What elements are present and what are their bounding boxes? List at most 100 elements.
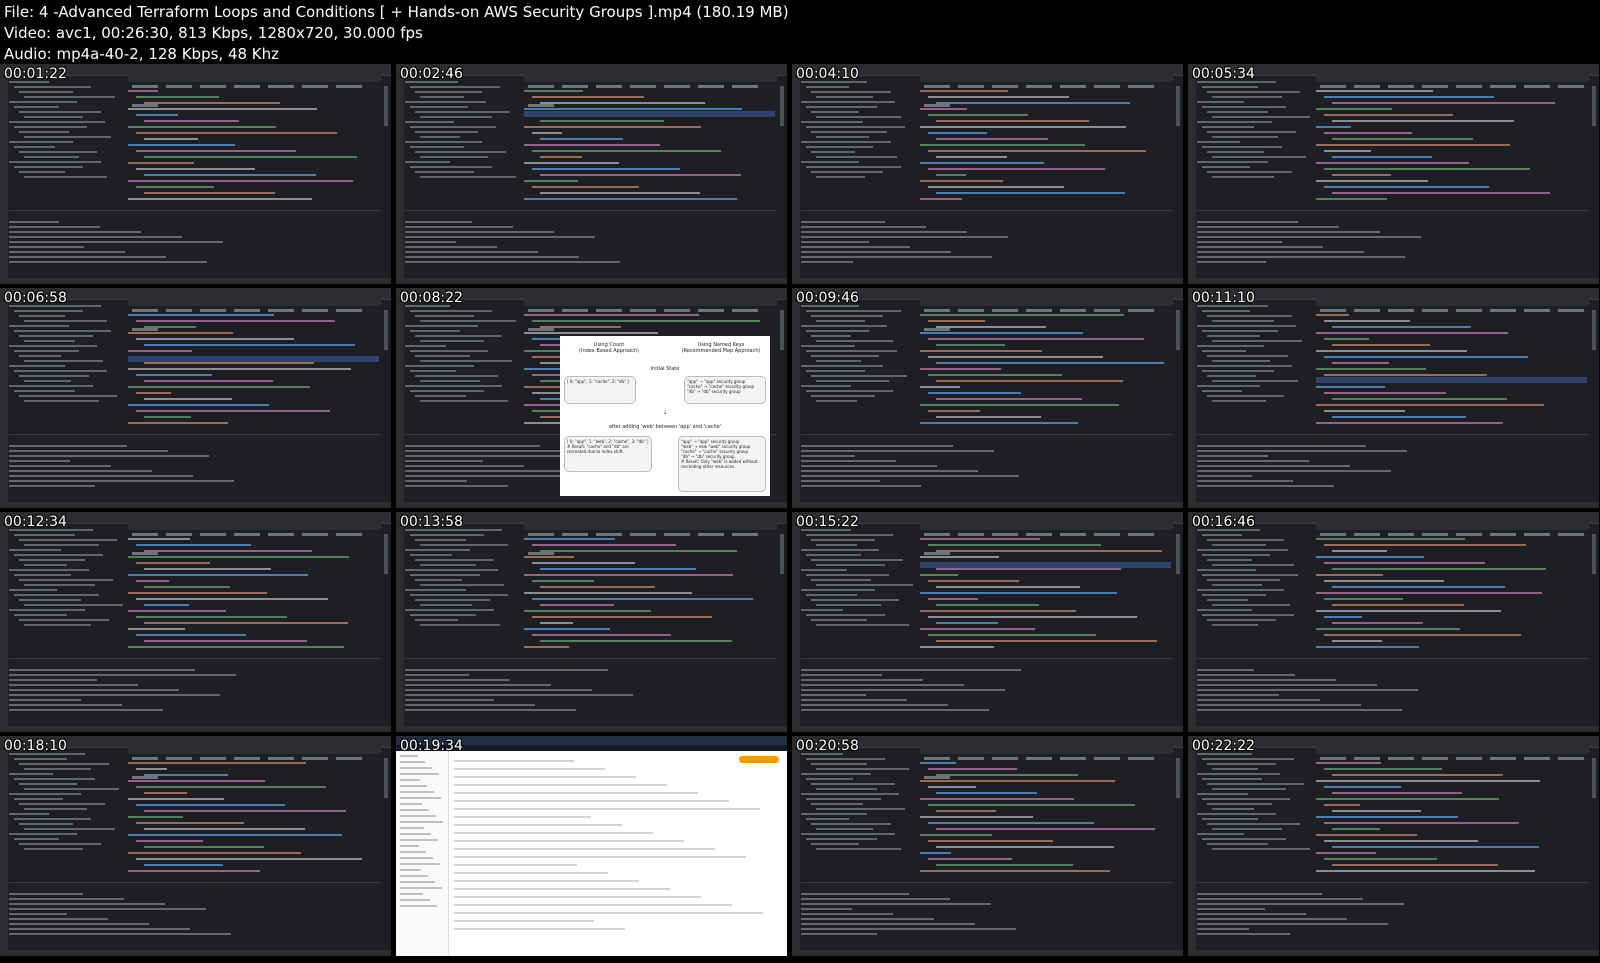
table-row [454, 784, 667, 786]
terminal-line [9, 908, 206, 910]
tree-item [24, 380, 71, 382]
code-line [136, 804, 285, 806]
code-line [1316, 592, 1542, 594]
tree-item [816, 564, 885, 566]
code-line [1316, 404, 1544, 406]
tree-item [816, 340, 893, 342]
scrollbar [1176, 534, 1180, 574]
tree-item [801, 569, 847, 571]
code-line [1332, 120, 1514, 122]
tree-item [1197, 793, 1248, 795]
code-line [532, 150, 721, 152]
code-line [936, 586, 1080, 588]
code-line [920, 834, 992, 836]
tree-item [811, 355, 879, 357]
code-line [136, 96, 219, 98]
code-line [128, 610, 226, 612]
terminal-line [405, 246, 497, 248]
ide-tab-bar [1316, 299, 1589, 312]
code-line [136, 822, 244, 824]
tree-item [801, 813, 867, 815]
tree-item [410, 554, 452, 556]
terminal-line [1197, 898, 1363, 900]
timestamp: 00:08:22 [400, 290, 463, 306]
nav-item [400, 809, 429, 811]
tree-item [1212, 360, 1270, 362]
terminal-line [801, 933, 877, 935]
code-line [532, 598, 753, 600]
terminal-line [1197, 236, 1421, 238]
tree-item [415, 375, 498, 377]
timestamp: 00:20:58 [796, 738, 859, 754]
code-line [920, 314, 1124, 316]
ide-tool-strip [396, 75, 404, 284]
code-line [936, 604, 1039, 606]
code-line [524, 180, 578, 182]
tree-item [1212, 828, 1282, 830]
tree-item [9, 161, 101, 163]
code-line [540, 174, 741, 176]
code-line [128, 126, 276, 128]
security-groups-table [454, 754, 781, 950]
tree-item [14, 86, 91, 88]
left-title: Using Count (Index Based Approach) [579, 342, 639, 354]
code-editor [1316, 310, 1587, 430]
code-line [928, 616, 1137, 618]
tree-item [816, 96, 873, 98]
terminal-line [1197, 684, 1377, 686]
code-line [128, 816, 183, 818]
tree-item [806, 778, 853, 780]
tree-item [1197, 773, 1280, 775]
tree-item [1207, 539, 1284, 541]
tree-item [14, 166, 83, 168]
nav-item [400, 881, 435, 883]
tree-item [811, 783, 895, 785]
terminal-line [9, 455, 209, 457]
code-line [1332, 174, 1391, 176]
video-thumbnail: 00:02:46 [396, 64, 788, 285]
terminal-line [801, 485, 921, 487]
terminal-header [1197, 658, 1589, 665]
project-tree [801, 302, 913, 432]
ide-statusbar [1188, 502, 1599, 508]
terminal-line [405, 465, 524, 467]
terminal-output [9, 890, 381, 948]
code-line [144, 380, 273, 382]
right-initial-box: "app" → "app" security group "cache" → "… [684, 376, 766, 404]
tree-item [415, 559, 494, 561]
code-line [1316, 816, 1458, 818]
tree-item [816, 584, 913, 586]
tree-item [415, 395, 466, 397]
nav-item [400, 863, 440, 865]
tree-item [1197, 101, 1244, 103]
tree-item [420, 136, 460, 138]
tree-item [14, 594, 99, 596]
tree-item [806, 310, 901, 312]
table-row [454, 848, 715, 850]
tree-item [1207, 131, 1296, 133]
code-line [1316, 90, 1433, 92]
terminal-line [9, 928, 190, 930]
tree-item [801, 589, 875, 591]
code-line [1332, 604, 1464, 606]
tree-item [14, 534, 75, 536]
table-row [454, 792, 698, 794]
code-line [1316, 556, 1424, 558]
tree-item [811, 619, 867, 621]
tree-item [1207, 599, 1248, 601]
tree-item [801, 549, 879, 551]
code-line [1324, 150, 1371, 152]
project-tree [801, 750, 913, 880]
tree-item [1197, 589, 1284, 591]
tree-item [9, 365, 65, 367]
terminal-line [405, 669, 608, 671]
table-row [454, 888, 670, 890]
code-line [128, 108, 317, 110]
tree-item [405, 365, 474, 367]
scrollbar [1176, 86, 1180, 126]
code-line [1316, 144, 1510, 146]
code-line [136, 114, 178, 116]
tree-item [811, 599, 899, 601]
project-tree [405, 526, 517, 656]
tree-item [1207, 783, 1304, 785]
